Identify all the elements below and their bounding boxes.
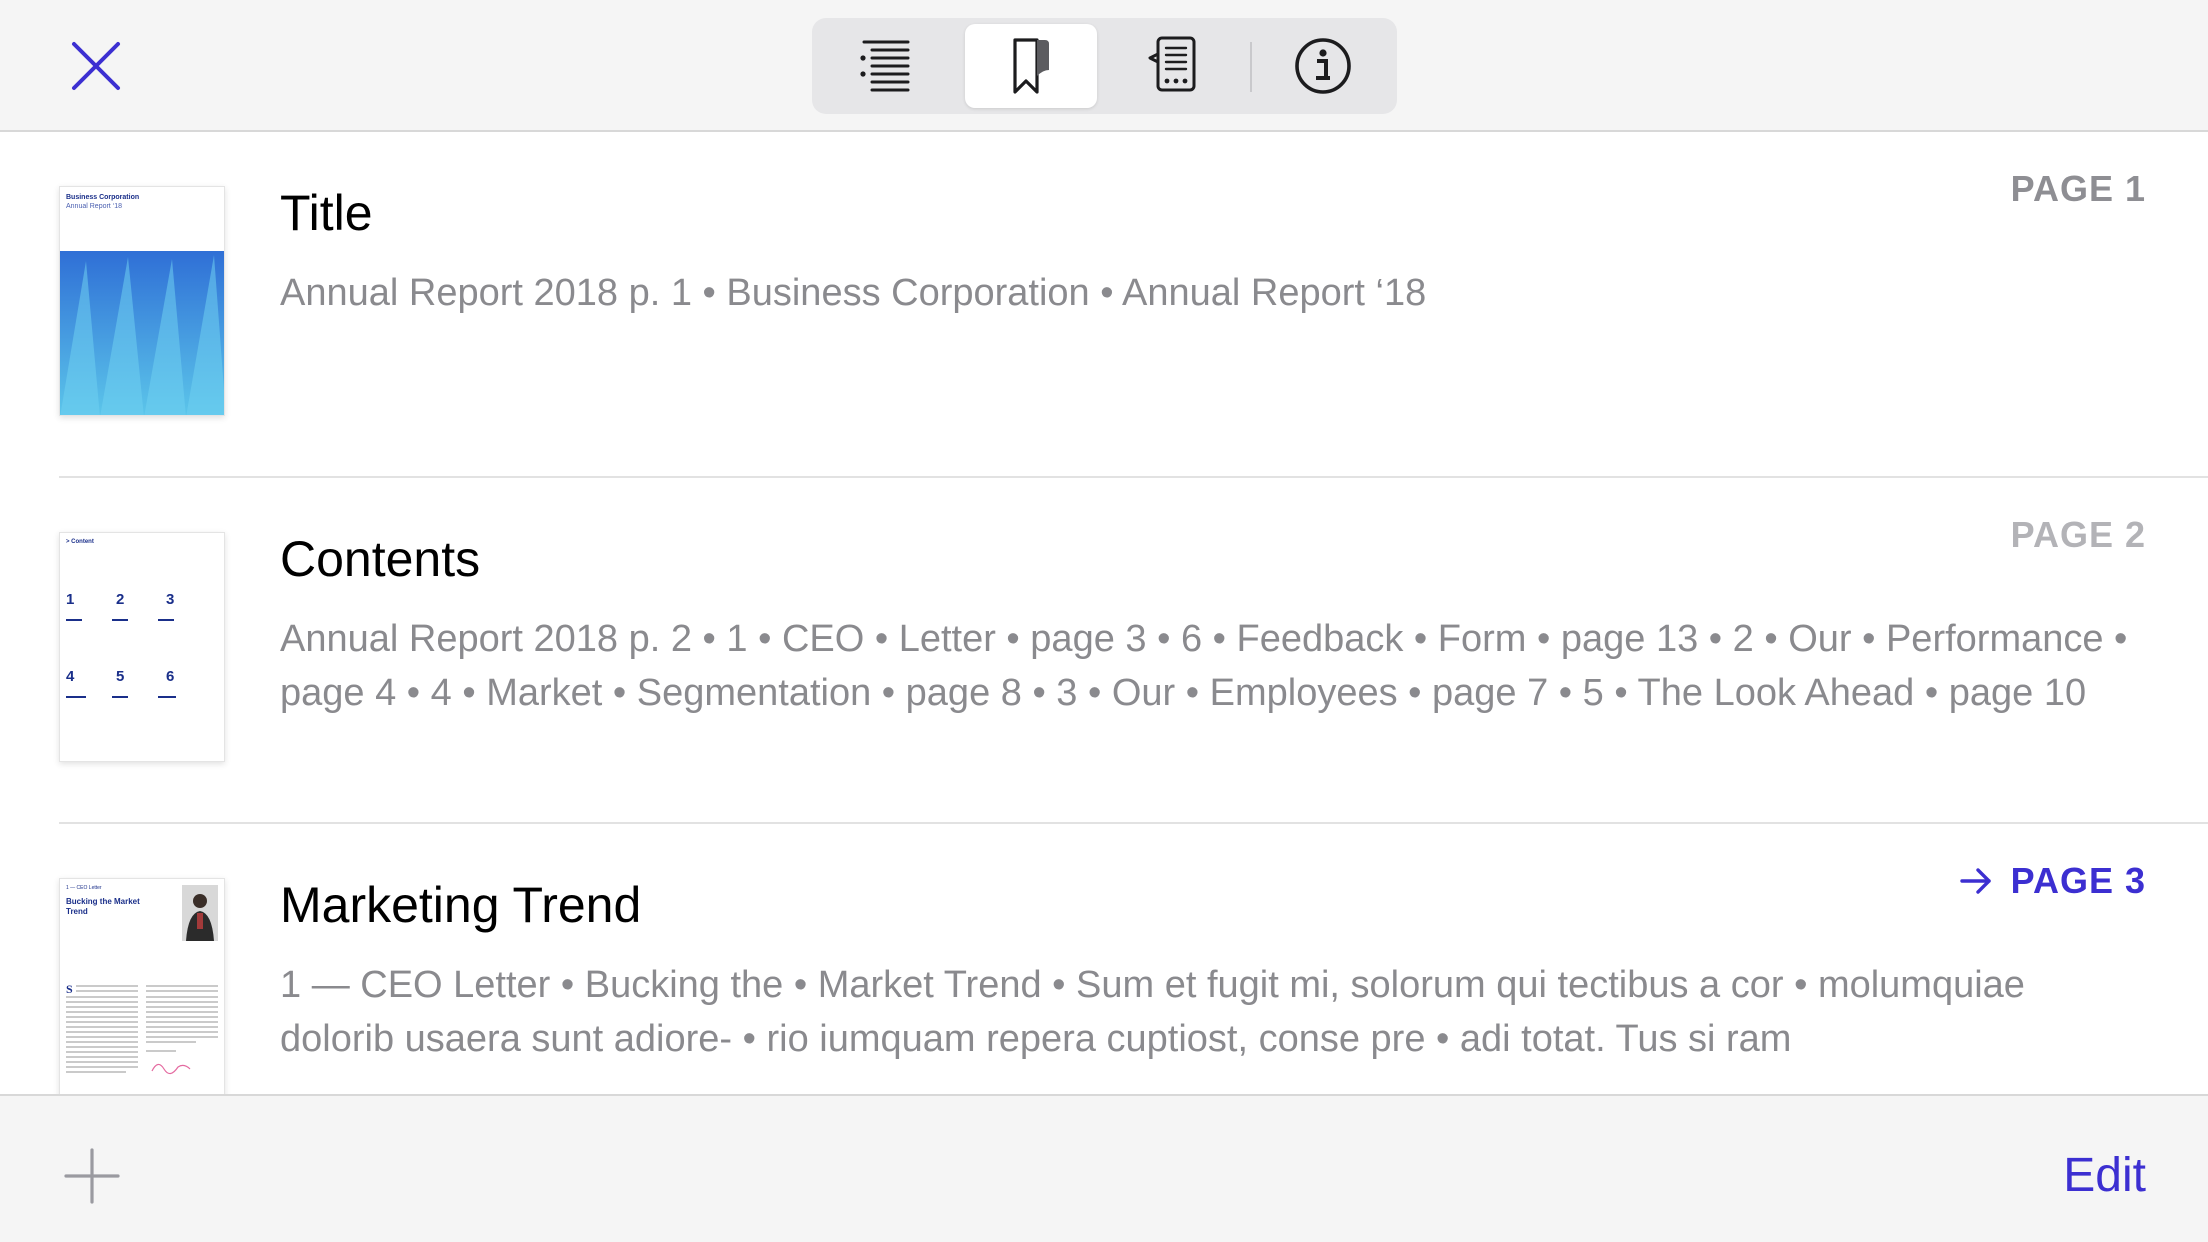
thumbnail-number: 3 bbox=[166, 591, 175, 608]
page-thumbnail: Business Corporation Annual Report ‘18 bbox=[59, 186, 225, 416]
bookmark-title: Title bbox=[280, 185, 373, 241]
info-icon bbox=[1295, 38, 1351, 94]
thumbnail-caption: Business Corporation Annual Report ‘18 bbox=[66, 193, 139, 211]
svg-text:S: S bbox=[66, 983, 73, 996]
page-label-text: PAGE 1 bbox=[2010, 168, 2146, 209]
tab-table-of-contents[interactable] bbox=[820, 24, 952, 108]
page-label-text: PAGE 3 bbox=[2010, 860, 2146, 901]
portrait-photo bbox=[182, 885, 218, 941]
bookmark-description: Annual Report 2018 p. 2 • 1 • CEO • Lett… bbox=[280, 618, 2128, 714]
tab-annotations[interactable] bbox=[1110, 24, 1242, 108]
thumbnail-header-text: Content bbox=[71, 539, 94, 545]
thumbnail-heading: Bucking the Market Trend bbox=[66, 897, 140, 916]
bookmark-description: Annual Report 2018 p. 1 • Business Corpo… bbox=[280, 272, 1427, 314]
thumbnail-number: 5 bbox=[116, 668, 125, 685]
thumbnail-number: 1 bbox=[66, 591, 75, 608]
thumbnail-header: > Content bbox=[66, 539, 94, 545]
bookmark-icon bbox=[1013, 38, 1049, 94]
plus-icon bbox=[64, 1148, 120, 1204]
arrow-right-icon bbox=[1959, 866, 1993, 896]
view-mode-segmented-control bbox=[812, 18, 1397, 114]
bookmark-title: Contents bbox=[280, 531, 481, 587]
top-toolbar bbox=[0, 0, 2208, 132]
thumbnail-line-2: Annual Report ‘18 bbox=[66, 203, 123, 210]
thumbnail-spacer bbox=[66, 608, 222, 630]
page-label: PAGE 2 bbox=[2011, 514, 2146, 556]
bookmark-row[interactable]: 1 — CEO Letter Bucking the Market Trend … bbox=[0, 824, 2208, 1094]
thumbnail-number-grid: 1 2 3 4 5 6 bbox=[66, 591, 222, 707]
page-label-text: PAGE 2 bbox=[2010, 514, 2146, 555]
page-thumbnail: > Content 1 2 3 4 5 6 bbox=[59, 532, 225, 762]
thumbnail-header: 1 — CEO Letter bbox=[66, 885, 102, 891]
bookmark-row[interactable]: Business Corporation Annual Report ‘18 T… bbox=[0, 132, 2208, 478]
tab-bookmarks[interactable] bbox=[965, 24, 1097, 108]
page-thumbnail: 1 — CEO Letter Bucking the Market Trend … bbox=[59, 878, 225, 1094]
edit-button[interactable]: Edit bbox=[2063, 1148, 2146, 1203]
page-label: PAGE 3 bbox=[1959, 860, 2146, 902]
close-button[interactable] bbox=[64, 34, 128, 98]
thumbnail-number: 4 bbox=[66, 668, 75, 685]
thumbnail-spacer bbox=[66, 685, 222, 707]
table-of-contents-icon bbox=[860, 40, 910, 92]
annotations-icon bbox=[1148, 36, 1196, 92]
thumbnail-number: 6 bbox=[166, 668, 175, 685]
segment-divider bbox=[1250, 42, 1252, 92]
cover-graphic bbox=[60, 251, 224, 415]
thumbnail-body-text: S bbox=[66, 983, 218, 1075]
thumbnail-number: 2 bbox=[116, 591, 125, 608]
close-icon bbox=[72, 42, 120, 90]
thumbnail-line-1: Business Corporation bbox=[66, 194, 140, 201]
tab-info[interactable] bbox=[1257, 24, 1389, 108]
page-label: PAGE 1 bbox=[2011, 168, 2146, 210]
bookmark-list: Business Corporation Annual Report ‘18 T… bbox=[0, 132, 2208, 1094]
add-bookmark-button[interactable] bbox=[64, 1148, 120, 1204]
bookmark-title: Marketing Trend bbox=[280, 877, 642, 933]
bottom-toolbar: Edit bbox=[0, 1094, 2208, 1242]
bookmark-row[interactable]: > Content 1 2 3 4 5 6 Contents Annual Re… bbox=[0, 478, 2208, 824]
bookmark-description: 1 — CEO Letter • Bucking the • Market Tr… bbox=[280, 964, 2025, 1060]
